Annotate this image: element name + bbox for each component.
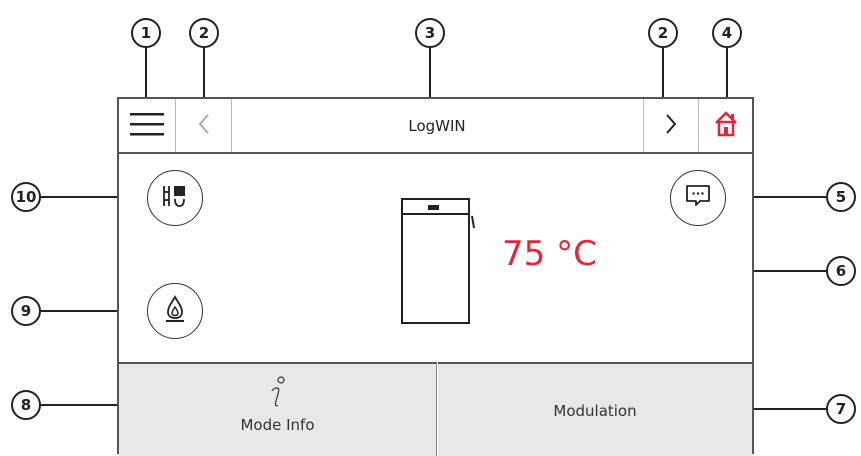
callout-marker-2-right: 2 <box>648 18 678 48</box>
callout-marker-4: 4 <box>712 18 742 48</box>
menu-button[interactable] <box>119 99 175 152</box>
callout-marker-6: 6 <box>826 256 856 286</box>
back-button[interactable] <box>176 99 231 152</box>
modulation-button[interactable]: Modulation <box>438 362 752 456</box>
chevron-left-icon <box>197 113 211 139</box>
callout-marker-3: 3 <box>415 18 445 48</box>
boiler-graphic <box>401 198 481 328</box>
leader-line-4 <box>726 48 728 98</box>
home-icon <box>714 110 738 141</box>
page-title: LogWIN <box>408 116 466 135</box>
heating-icon <box>161 183 189 213</box>
flame-icon <box>163 295 187 327</box>
leader-line-1 <box>145 48 147 98</box>
modulation-label: Modulation <box>553 402 637 420</box>
hamburger-icon <box>130 112 164 140</box>
callout-marker-5: 5 <box>826 182 856 212</box>
info-icon <box>267 376 289 414</box>
top-bar: LogWIN <box>119 99 752 154</box>
mode-info-label: Mode Info <box>240 416 315 434</box>
leader-line-2-left <box>203 48 205 98</box>
control-screen: LogWIN 75 °C Mode Info Modulation <box>117 97 754 456</box>
message-icon <box>685 184 711 212</box>
home-button[interactable] <box>699 99 752 152</box>
callout-marker-8: 8 <box>11 390 41 420</box>
forward-button[interactable] <box>644 99 698 152</box>
callout-marker-9: 9 <box>11 296 41 326</box>
callout-marker-7: 7 <box>826 394 856 424</box>
boiler-temperature: 75 °C <box>502 234 597 274</box>
leader-line-2-right <box>662 48 664 98</box>
callout-marker-10: 10 <box>11 182 41 212</box>
callout-marker-2-left: 2 <box>189 18 219 48</box>
chevron-right-icon <box>664 113 678 139</box>
burner-button[interactable] <box>147 283 203 339</box>
callout-marker-1: 1 <box>131 18 161 48</box>
leader-line-3 <box>429 48 431 103</box>
heating-system-button[interactable] <box>147 170 203 226</box>
message-button[interactable] <box>670 170 726 226</box>
mode-info-button[interactable]: Mode Info <box>119 362 437 456</box>
